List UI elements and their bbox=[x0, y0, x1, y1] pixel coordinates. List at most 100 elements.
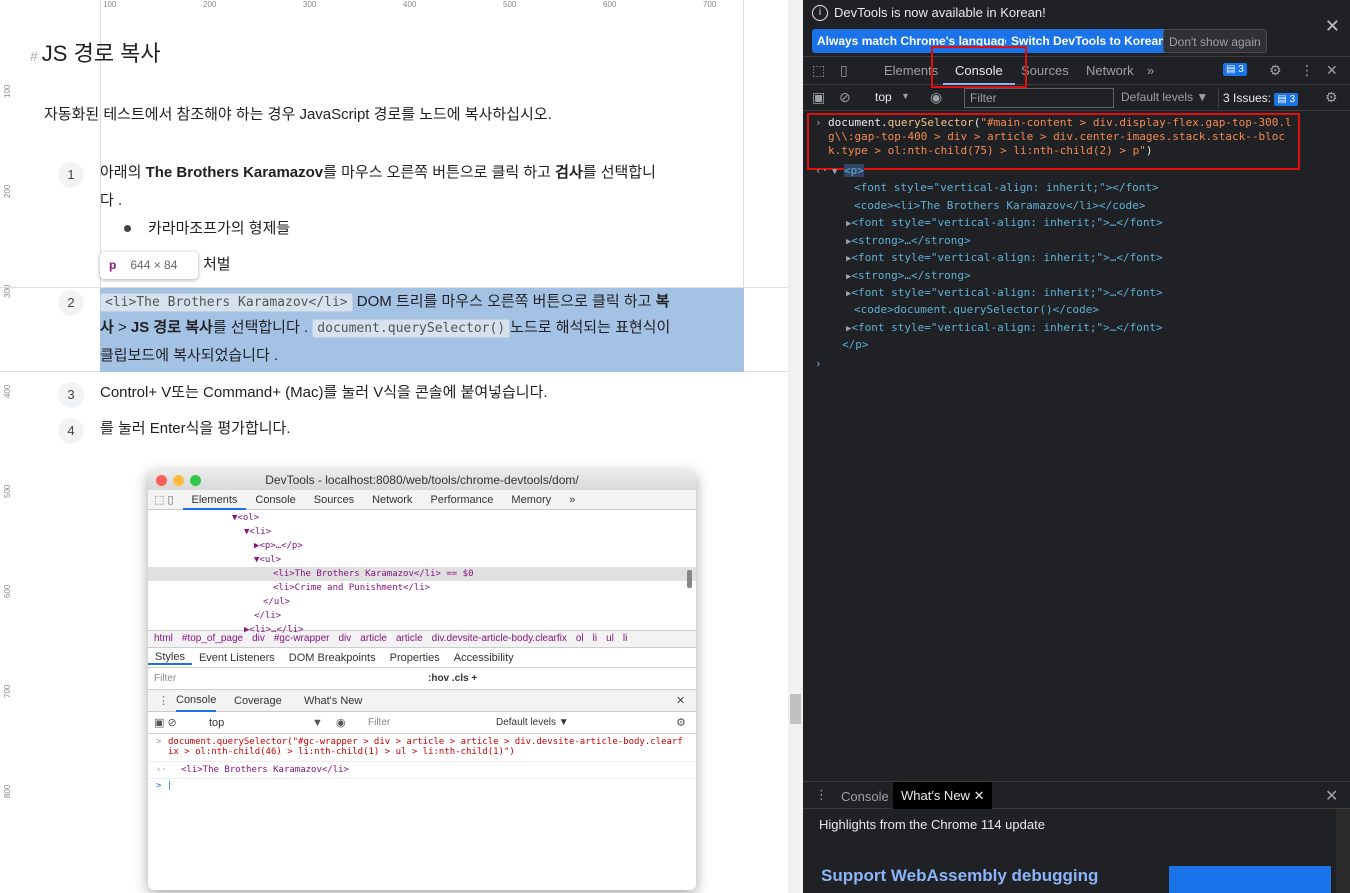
close-tab-icon[interactable]: ✕ bbox=[974, 788, 985, 803]
step-2-line-2: 사 > JS 경로 복사를 선택합니다 . document.querySele… bbox=[100, 315, 744, 342]
inspect-element-icon[interactable]: ⬚ bbox=[812, 62, 825, 79]
drawer-tab: Console bbox=[176, 690, 217, 712]
drawer-menu-icon: ⋮ bbox=[158, 695, 169, 707]
eye-icon[interactable]: ◉ bbox=[930, 89, 942, 106]
log-levels-select[interactable]: Default levels ▼ bbox=[1121, 90, 1208, 104]
drawer-scrollbar[interactable] bbox=[1336, 809, 1350, 893]
tree-line: </li> bbox=[254, 611, 282, 621]
tab-sources[interactable]: Sources bbox=[1021, 57, 1069, 85]
dom-node[interactable]: </p> bbox=[842, 338, 869, 351]
screenshot-tab: Elements bbox=[182, 490, 247, 510]
drawer-tab-whats-new[interactable]: What's New ✕ bbox=[893, 782, 993, 810]
close-icon[interactable]: ✕ bbox=[1325, 16, 1340, 37]
crumb: div bbox=[338, 633, 352, 644]
screenshot-console-output: > document.querySelector("#gc-wrapper > … bbox=[148, 734, 696, 824]
documentation-page: 100 200 300 400 500 600 700 100 200 300 … bbox=[0, 0, 788, 893]
more-options-icon[interactable]: ⋮ bbox=[1300, 62, 1314, 79]
inspect-icon: ⬚ ▯ bbox=[154, 494, 174, 506]
scrollbar-thumb[interactable] bbox=[790, 694, 801, 724]
subtab: Accessibility bbox=[453, 651, 514, 664]
chevron-down-icon[interactable]: ▼ bbox=[901, 91, 910, 101]
drawer-menu-icon[interactable]: ⋮ bbox=[815, 787, 828, 803]
dom-text: <font style="vertical-align: inherit;">…… bbox=[851, 321, 1163, 334]
ruler-tick: 300 bbox=[303, 0, 317, 9]
feature-heading[interactable]: Support WebAssembly debugging bbox=[821, 866, 1098, 886]
language-infobar: i DevTools is now available in Korean! ✕… bbox=[803, 0, 1350, 57]
ruler-left: 100 200 300 400 500 600 700 800 bbox=[0, 0, 12, 893]
switch-to-korean-button[interactable]: Switch DevTools to Korean bbox=[1006, 29, 1171, 53]
feature-image bbox=[1169, 866, 1331, 893]
element-tooltip: p 644 × 84 bbox=[100, 252, 198, 279]
context-select[interactable]: top bbox=[875, 90, 892, 104]
dom-node[interactable]: ▶<strong>…</strong> bbox=[846, 234, 971, 247]
dom-node[interactable]: ▶<strong>…</strong> bbox=[846, 269, 971, 282]
step-1-continued: 다 . bbox=[100, 192, 123, 209]
ruler-tick: 100 bbox=[103, 0, 117, 9]
devtools-main-tabs: ⬚ ▯ Elements Console Sources Network » ▤… bbox=[803, 57, 1350, 85]
issues-number: 3 bbox=[1289, 94, 1296, 105]
tree-line: ▼<ol> bbox=[232, 513, 260, 523]
sidebar-toggle-icon[interactable]: ▣ bbox=[812, 89, 825, 106]
dont-show-again-button[interactable]: Don't show again bbox=[1163, 29, 1267, 53]
step-4-text: 를 눌러 Enter식을 평가합니다. bbox=[100, 420, 291, 437]
issues-button[interactable]: 3 Issues: ▤ 3 bbox=[1218, 88, 1302, 108]
step-2-line-1: <li>The Brothers Karamazov</li> DOM 트리를 … bbox=[100, 289, 744, 316]
console-result: <li>The Brothers Karamazov</li> bbox=[181, 765, 349, 775]
dom-node[interactable]: ▼ <p> bbox=[832, 164, 864, 177]
device-toolbar-icon[interactable]: ▯ bbox=[840, 62, 848, 79]
clear-console-icon[interactable]: ⊘ bbox=[839, 89, 851, 106]
screenshot-breadcrumbs: html #top_of_page div #gc-wrapper div article… bbox=[148, 630, 696, 648]
console-settings-gear-icon[interactable]: ⚙ bbox=[1325, 89, 1338, 106]
page-title: # JS 경로 복사 bbox=[30, 36, 161, 68]
step-bold: 복 bbox=[655, 293, 670, 310]
crumb: #top_of_page bbox=[181, 633, 244, 644]
step-text-part: 를 선택합니다 . bbox=[212, 319, 313, 336]
more-tabs-icon[interactable]: » bbox=[1147, 57, 1154, 85]
drawer-tab-console[interactable]: Console bbox=[841, 789, 889, 804]
dom-node[interactable]: ▶<font style="vertical-align: inherit;">… bbox=[846, 251, 1163, 264]
dom-node[interactable]: <code><li>The Brothers Karamazov</li></c… bbox=[854, 199, 1145, 212]
crumb: ul bbox=[606, 633, 614, 644]
step-text-part: 아래의 bbox=[100, 164, 146, 181]
console-prompt-icon[interactable]: › bbox=[815, 357, 822, 370]
screenshot-styles-filter: Filter :hov .cls + bbox=[148, 668, 696, 690]
gear-icon[interactable]: ⚙ bbox=[1269, 62, 1282, 79]
subtab: Styles bbox=[148, 651, 192, 665]
crumb: div.devsite-article-body.clearfix bbox=[431, 633, 567, 644]
dom-node[interactable]: <font style="vertical-align: inherit;"><… bbox=[854, 181, 1159, 194]
close-dot-icon bbox=[156, 475, 167, 486]
dom-node[interactable]: <code>document.querySelector()</code> bbox=[854, 303, 1099, 316]
console-command: document.querySelector("#main-content > … bbox=[828, 116, 1292, 157]
filter-placeholder: Filter bbox=[154, 673, 177, 684]
screenshot-drawer-tabs: ⋮ Console Coverage What's New ✕ bbox=[148, 690, 696, 712]
step-number: 3 bbox=[58, 382, 84, 408]
drawer-tab-label: What's New bbox=[901, 788, 970, 803]
subtab: Properties bbox=[389, 651, 440, 664]
console-command: document.querySelector("#gc-wrapper > di… bbox=[168, 737, 683, 757]
issues-count-badge[interactable]: ▤ 3 bbox=[1223, 63, 1247, 76]
page-title-text: JS 경로 복사 bbox=[41, 41, 161, 66]
step-1-text: 아래의 The Brothers Karamazov를 마우스 오른쪽 버튼으로… bbox=[100, 160, 740, 186]
console-toolbar: ▣ ⊘ top ▼ ◉ Filter Default levels ▼ 3 Is… bbox=[803, 85, 1350, 111]
page-scrollbar[interactable] bbox=[788, 0, 803, 893]
screenshot-tabs: ⬚ ▯ Elements Console Sources Network Per… bbox=[148, 490, 696, 510]
list-item: 카라마조프가의 형제들 bbox=[148, 220, 291, 237]
tree-line: <li>The Brothers Karamazov</li> == $0 bbox=[273, 569, 474, 579]
maximize-dot-icon bbox=[190, 475, 201, 486]
tree-scrollbar bbox=[687, 570, 692, 588]
context-select: top bbox=[209, 717, 225, 729]
close-drawer-icon[interactable]: ✕ bbox=[1325, 786, 1338, 806]
ruler-tick: 400 bbox=[403, 0, 417, 9]
ruler-tick: 200 bbox=[203, 0, 217, 9]
console-output: › document.querySelector("#main-content … bbox=[803, 111, 1350, 781]
dom-node[interactable]: ▶<font style="vertical-align: inherit;">… bbox=[846, 216, 1163, 229]
console-filter-input[interactable]: Filter bbox=[964, 88, 1114, 108]
minimize-dot-icon bbox=[173, 475, 184, 486]
dom-node[interactable]: ▶<font style="vertical-align: inherit;">… bbox=[846, 286, 1163, 299]
anchor-hash[interactable]: # bbox=[30, 48, 38, 64]
step-bold: 검사 bbox=[555, 164, 583, 181]
close-devtools-icon[interactable]: ✕ bbox=[1326, 62, 1338, 79]
dom-node[interactable]: ▶<font style="vertical-align: inherit;">… bbox=[846, 321, 1163, 334]
dom-text: <font style="vertical-align: inherit;">…… bbox=[851, 286, 1163, 299]
tab-network[interactable]: Network bbox=[1086, 57, 1134, 85]
